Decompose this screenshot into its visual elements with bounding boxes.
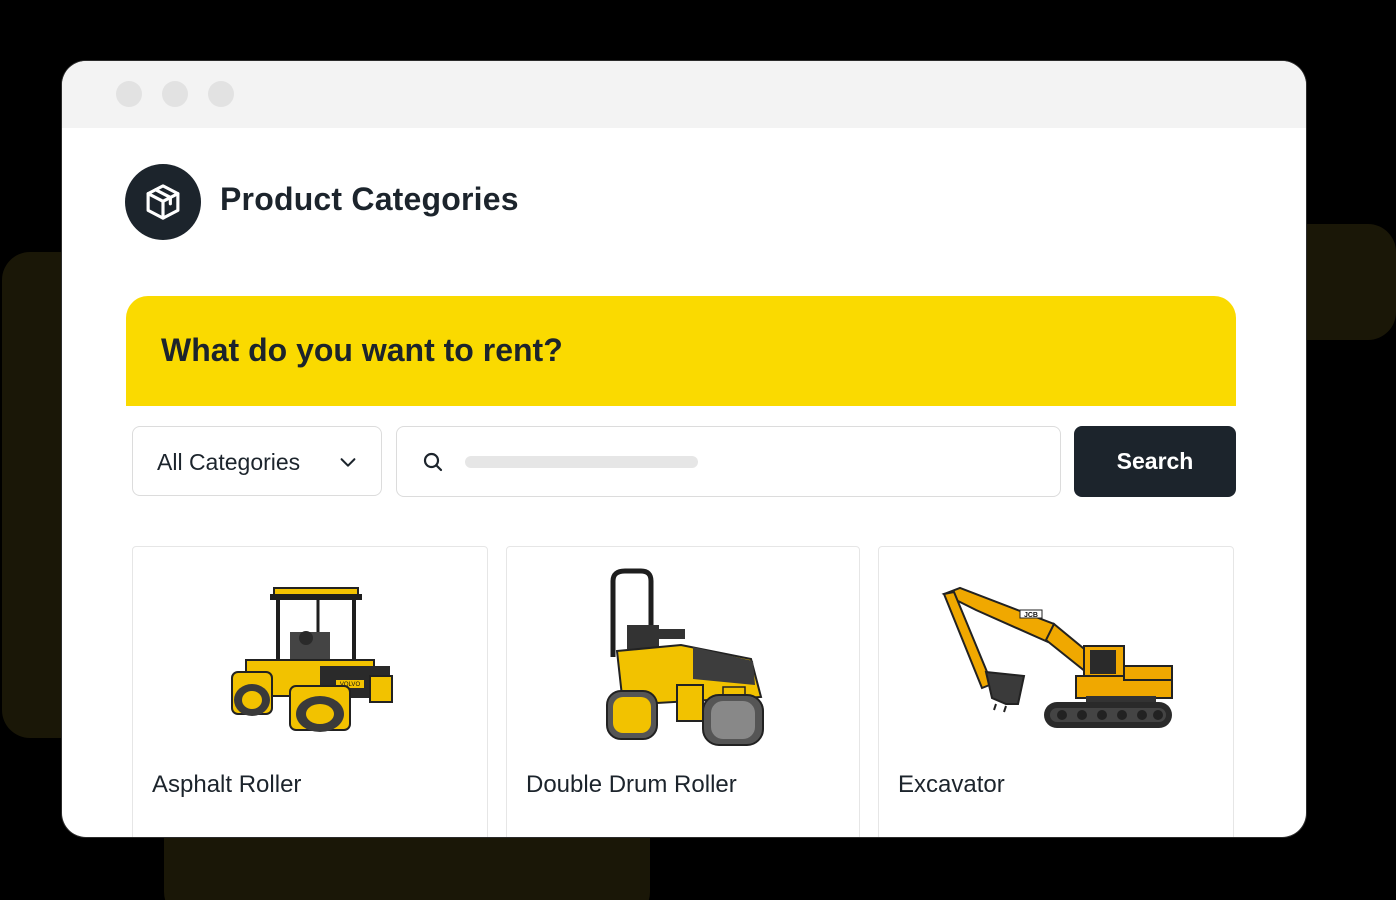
page-title: Product Categories: [220, 181, 519, 217]
window-maximize-dot[interactable]: [208, 81, 234, 107]
product-name: Double Drum Roller: [526, 771, 737, 798]
product-card-asphalt-roller[interactable]: VOLVO Asphalt Roller: [132, 546, 488, 837]
chevron-down-icon: [340, 458, 356, 467]
product-name: Asphalt Roller: [152, 771, 302, 798]
search-icon: [423, 452, 443, 472]
excavator-image: JCB: [879, 565, 1233, 755]
window-minimize-dot[interactable]: [162, 81, 188, 107]
window-close-dot[interactable]: [116, 81, 142, 107]
asphalt-roller-image: VOLVO: [133, 565, 487, 755]
search-button[interactable]: Search: [1074, 426, 1236, 497]
category-select[interactable]: All Categories: [132, 426, 382, 496]
rent-prompt-text: What do you want to rent?: [161, 332, 563, 368]
double-drum-roller-image: [507, 565, 859, 755]
product-name: Excavator: [898, 771, 1005, 798]
stage: Product Categories What do you want to r…: [0, 0, 1396, 900]
category-select-value: All Categories: [157, 449, 301, 475]
product-card-excavator[interactable]: JCB Excavator: [878, 546, 1234, 837]
window-titlebar: [62, 61, 1306, 128]
rent-prompt-banner: What do you want to rent?: [126, 296, 1236, 406]
search-input[interactable]: [463, 445, 1027, 479]
search-field[interactable]: [396, 426, 1061, 497]
browser-window: Product Categories What do you want to r…: [62, 61, 1306, 837]
product-card-double-drum-roller[interactable]: Double Drum Roller: [506, 546, 860, 837]
package-box-icon: [125, 164, 201, 240]
svg-text:JCB: JCB: [1024, 612, 1038, 619]
